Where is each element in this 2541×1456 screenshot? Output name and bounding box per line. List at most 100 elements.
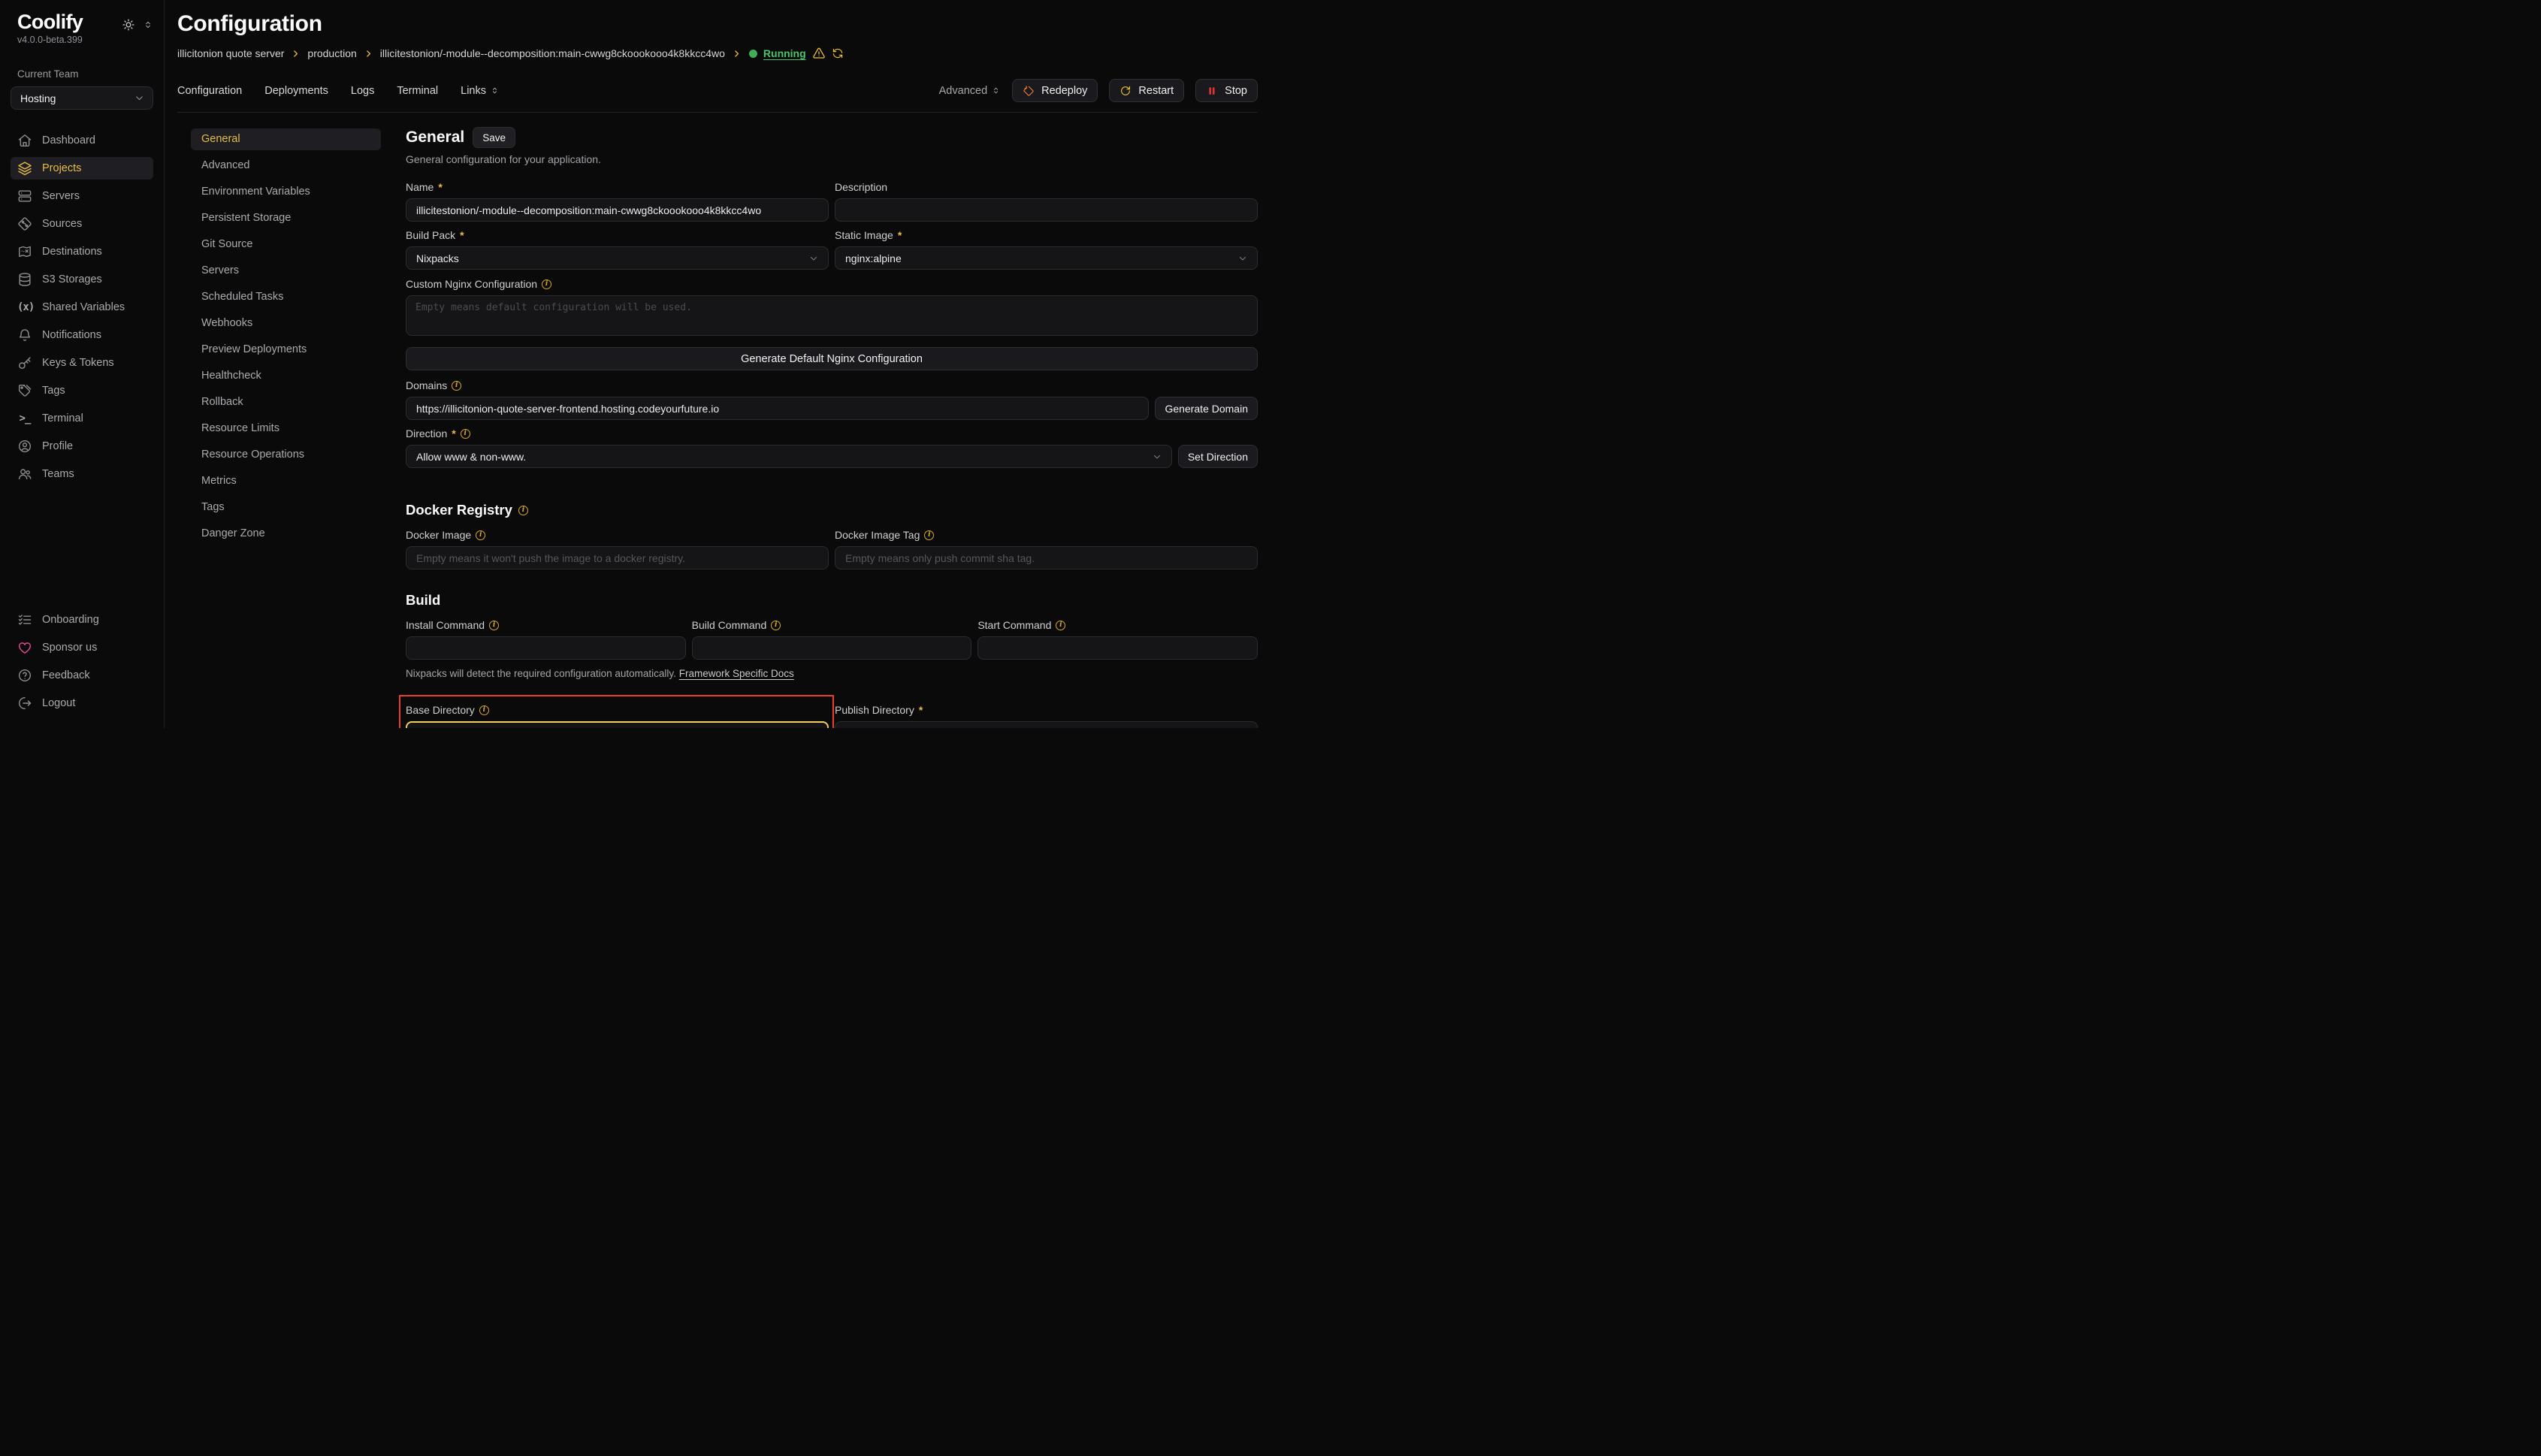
subnav-item-scheduled-tasks[interactable]: Scheduled Tasks [191, 286, 381, 308]
sidebar-item-servers[interactable]: Servers [11, 185, 153, 207]
subnav-item-resource-operations[interactable]: Resource Operations [191, 444, 381, 466]
subnav-item-tags[interactable]: Tags [191, 497, 381, 518]
list-checks-icon [17, 612, 32, 627]
nixpacks-note: Nixpacks will detect the required config… [406, 668, 1258, 679]
sidebar-item-label: Profile [42, 440, 73, 452]
sidebar-item-feedback[interactable]: Feedback [11, 664, 153, 687]
docker-image-input[interactable] [406, 546, 829, 569]
sidebar-item-shared-variables[interactable]: (x)Shared Variables [11, 296, 153, 319]
breadcrumb-item[interactable]: production [307, 47, 356, 59]
sidebar-footer-nav: Onboarding Sponsor us Feedback Logout [11, 609, 153, 714]
info-icon [1056, 621, 1065, 630]
sidebar-item-teams[interactable]: Teams [11, 463, 153, 485]
subnav-item-preview-deployments[interactable]: Preview Deployments [191, 339, 381, 361]
sidebar-item-dashboard[interactable]: Dashboard [11, 129, 153, 152]
sidebar-item-logout[interactable]: Logout [11, 692, 153, 714]
refresh-icon[interactable] [832, 47, 844, 59]
tabs: Configuration Deployments Logs Terminal Link… [177, 85, 500, 97]
subnav-item-git-source[interactable]: Git Source [191, 234, 381, 255]
tab-links[interactable]: Links [461, 85, 500, 97]
general-form: General Save General configuration for y… [406, 113, 1258, 728]
framework-docs-link[interactable]: Framework Specific Docs [679, 668, 794, 679]
publish-directory-input[interactable] [835, 721, 1258, 728]
sidebar-item-keys-tokens[interactable]: Keys & Tokens [11, 352, 153, 374]
info-icon [461, 429, 470, 439]
build-pack-select[interactable]: Nixpacks [406, 246, 829, 270]
set-direction-button[interactable]: Set Direction [1178, 445, 1258, 468]
sidebar-item-label: Destinations [42, 246, 102, 258]
custom-nginx-textarea[interactable] [406, 295, 1258, 336]
sidebar-item-s3-storages[interactable]: S3 Storages [11, 268, 153, 291]
database-icon [17, 272, 32, 287]
sidebar-item-label: Keys & Tokens [42, 357, 114, 369]
subnav-item-danger-zone[interactable]: Danger Zone [191, 523, 381, 545]
build-pack-label: Build Pack [406, 229, 829, 241]
build-command-input[interactable] [692, 636, 972, 660]
sidebar-item-profile[interactable]: Profile [11, 435, 153, 458]
terminal-prompt-icon: >_ [17, 411, 32, 426]
base-directory-input[interactable] [406, 721, 829, 728]
generate-nginx-button[interactable]: Generate Default Nginx Configuration [406, 347, 1258, 370]
sidebar-item-label: Logout [42, 697, 75, 709]
install-command-input[interactable] [406, 636, 686, 660]
save-button[interactable]: Save [473, 127, 515, 148]
tab-actions: Advanced Redeploy Restart Stop [939, 79, 1258, 102]
sidebar: Coolify v4.0.0-beta.399 Current Team Hos… [0, 0, 165, 728]
advanced-dropdown[interactable]: Advanced [939, 85, 1002, 97]
subnav-item-healthcheck[interactable]: Healthcheck [191, 365, 381, 387]
base-directory-label: Base Directory [406, 704, 829, 716]
home-icon [17, 133, 32, 148]
warning-icon[interactable] [812, 47, 826, 60]
team-select-value: Hosting [20, 92, 56, 104]
subnav-item-webhooks[interactable]: Webhooks [191, 313, 381, 334]
sidebar-item-destinations[interactable]: Destinations [11, 240, 153, 263]
docker-image-tag-input[interactable] [835, 546, 1258, 569]
users-icon [17, 467, 32, 482]
stop-button[interactable]: Stop [1195, 79, 1258, 102]
theme-toggle-icon[interactable] [122, 18, 135, 32]
sidebar-item-onboarding[interactable]: Onboarding [11, 609, 153, 631]
breadcrumb-item[interactable]: illicitonion quote server [177, 47, 284, 59]
info-icon [518, 506, 528, 515]
direction-select[interactable]: Allow www & non-www. [406, 445, 1172, 468]
chevrons-up-down-icon[interactable] [143, 20, 153, 30]
sidebar-item-notifications[interactable]: Notifications [11, 324, 153, 346]
tab-terminal[interactable]: Terminal [397, 85, 438, 97]
restart-button[interactable]: Restart [1109, 79, 1184, 102]
sidebar-item-projects[interactable]: Projects [11, 157, 153, 180]
status-running-link[interactable]: Running [763, 47, 806, 59]
subnav-item-rollback[interactable]: Rollback [191, 391, 381, 413]
redeploy-button[interactable]: Redeploy [1012, 79, 1098, 102]
tab-configuration[interactable]: Configuration [177, 85, 242, 97]
logout-icon [17, 696, 32, 711]
subnav-item-advanced[interactable]: Advanced [191, 155, 381, 177]
tab-deployments[interactable]: Deployments [264, 85, 328, 97]
start-command-input[interactable] [977, 636, 1258, 660]
subnav-item-servers[interactable]: Servers [191, 260, 381, 282]
description-label: Description [835, 181, 1258, 193]
domains-input[interactable] [406, 397, 1149, 420]
subnav-item-environment-variables[interactable]: Environment Variables [191, 181, 381, 203]
chevron-right-icon [732, 49, 742, 59]
subnav-item-persistent-storage[interactable]: Persistent Storage [191, 207, 381, 229]
name-input[interactable] [406, 198, 829, 222]
subnav-item-metrics[interactable]: Metrics [191, 470, 381, 492]
info-icon [452, 381, 461, 391]
stop-icon [1206, 85, 1218, 97]
sidebar-header: Coolify [11, 11, 153, 34]
tab-logs[interactable]: Logs [351, 85, 374, 97]
description-input[interactable] [835, 198, 1258, 222]
breadcrumb-item[interactable]: illicitestonion/-module--decomposition:m… [380, 47, 725, 59]
layers-icon [17, 161, 32, 176]
base-directory-field: Base Directory [406, 704, 829, 728]
sidebar-item-sponsor-us[interactable]: Sponsor us [11, 636, 153, 659]
subnav-item-resource-limits[interactable]: Resource Limits [191, 418, 381, 440]
generate-domain-button[interactable]: Generate Domain [1155, 397, 1258, 420]
sidebar-item-tags[interactable]: Tags [11, 379, 153, 402]
static-image-select[interactable]: nginx:alpine [835, 246, 1258, 270]
team-select[interactable]: Hosting [11, 86, 153, 110]
subnav-item-general[interactable]: General [191, 128, 381, 150]
sidebar-item-sources[interactable]: Sources [11, 213, 153, 235]
custom-nginx-label: Custom Nginx Configuration [406, 278, 1258, 290]
sidebar-item-terminal[interactable]: >_Terminal [11, 407, 153, 430]
